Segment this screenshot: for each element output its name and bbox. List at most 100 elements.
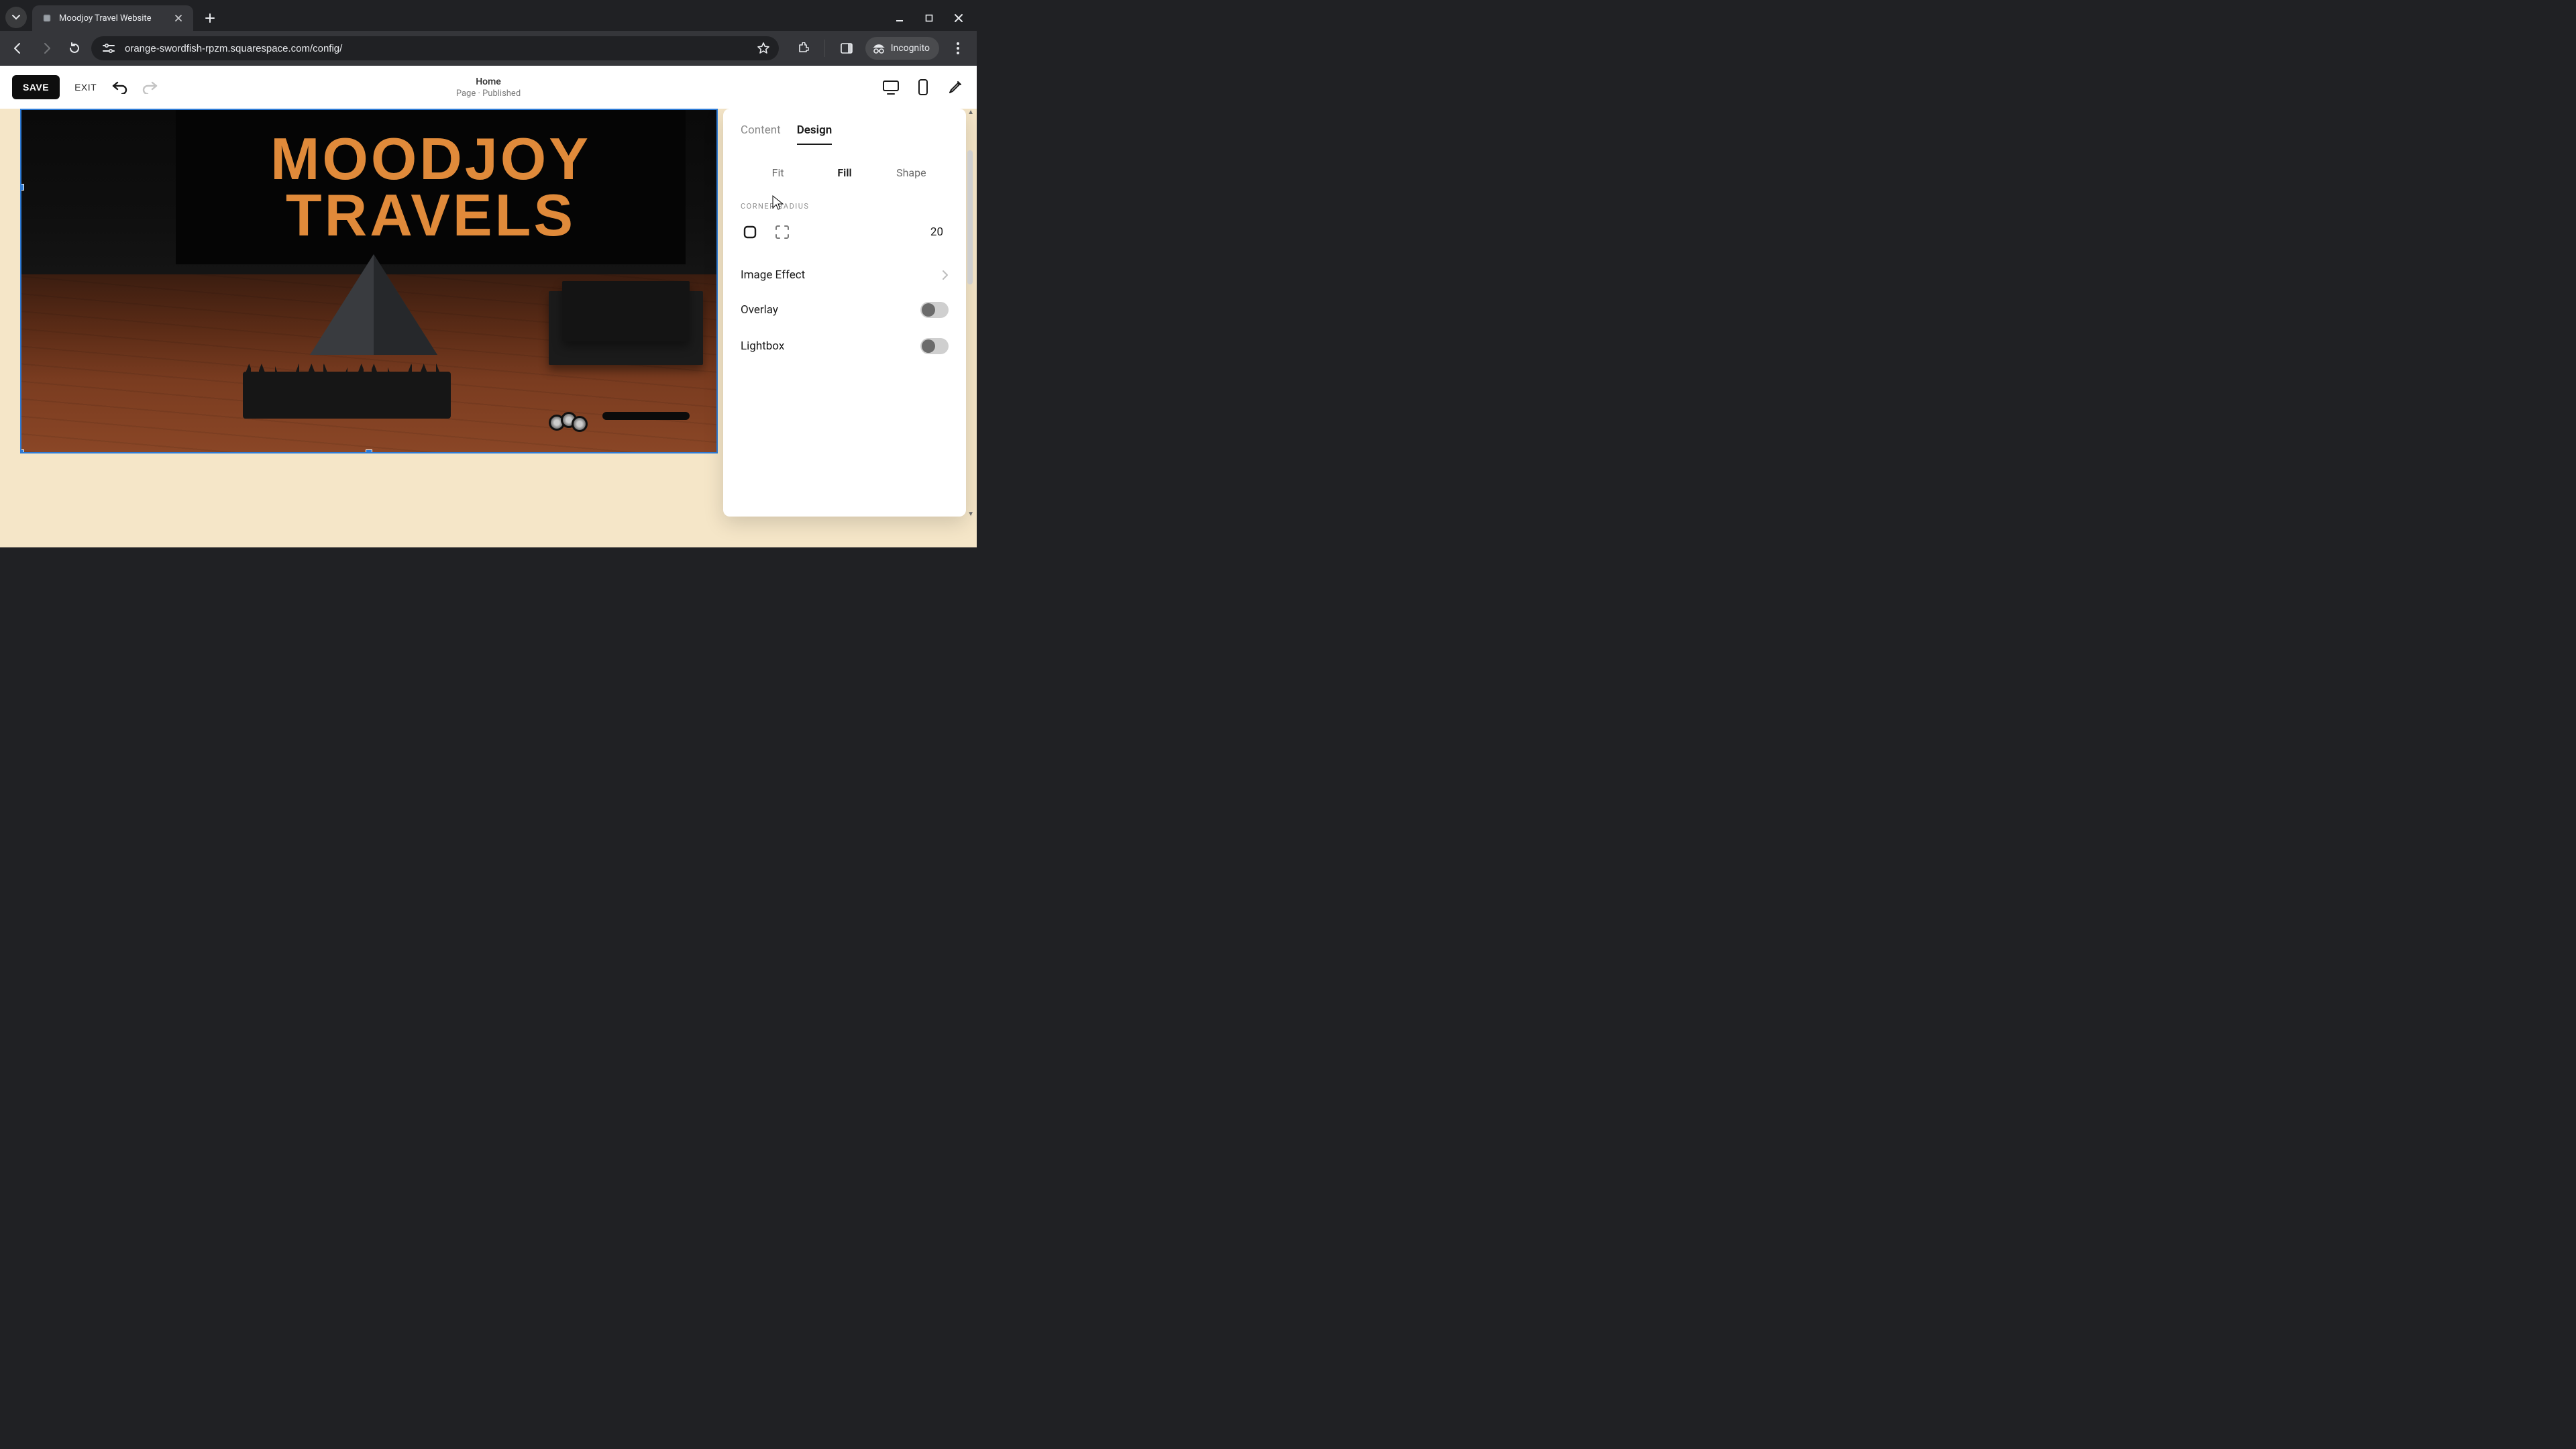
nav-reload-button[interactable] [63,37,86,60]
styles-brush-button[interactable] [946,79,965,95]
fit-mode-segmented: Fit Fill Shape [741,164,949,182]
arrow-right-icon [40,42,52,54]
corner-radius-individual-button[interactable] [773,223,792,241]
close-icon [954,13,963,23]
window-close-button[interactable] [953,12,965,24]
tab-search-dropdown[interactable] [5,7,27,28]
save-button[interactable]: SAVE [12,75,60,99]
sidepanel-icon [841,43,853,54]
image-prop-pen [602,412,690,420]
chevron-down-icon [12,13,20,21]
resize-handle-bottom-mid[interactable] [366,449,372,453]
url-input[interactable] [125,43,749,54]
image-effect-label: Image Effect [741,268,805,282]
toolbar-right: Incognito [791,36,970,60]
maximize-icon [925,14,933,22]
browser-window: Moodjoy Travel Website [0,0,977,547]
puzzle-icon [797,42,809,54]
tab-title: Moodjoy Travel Website [59,13,152,23]
overlay-row: Overlay [741,302,949,318]
toggle-knob [922,303,935,317]
panel-scrollbar[interactable]: ▲ ▼ [965,113,974,514]
editor-topbar: SAVE EXIT Home Page · Published [0,66,977,109]
mobile-preview-button[interactable] [914,79,932,95]
reload-icon [68,42,80,54]
chevron-right-icon [942,270,949,280]
lightbox-toggle[interactable] [920,338,949,354]
scroll-up-arrow-icon[interactable]: ▲ [967,109,974,116]
image-title-card: MOODJOY TRAVELS [176,110,686,264]
mobile-icon [918,79,928,95]
nav-forward-button[interactable] [35,37,58,60]
design-panel: Content Design Fit Fill Shape CORNER RAD… [723,109,966,517]
window-minimize-button[interactable] [894,12,906,24]
overlay-toggle[interactable] [920,302,949,318]
square-icon [743,225,757,239]
undo-button[interactable] [111,78,129,96]
page-status: Page · Published [456,89,521,99]
star-icon [757,42,769,54]
selected-image-block[interactable]: MOODJOY TRAVELS [20,109,718,453]
toolbar-divider [824,40,825,57]
panel-tabs: Content Design [741,123,949,145]
image-prop-box-lid [562,281,690,341]
incognito-chip[interactable]: Incognito [865,37,939,60]
fit-option-shape[interactable]: Shape [878,164,945,182]
title-line-2: TRAVELS [176,187,686,244]
page-status-group: Home Page · Published [456,76,521,99]
site-info-button[interactable] [101,40,117,56]
sidepanel-button[interactable] [835,36,859,60]
image-effect-row[interactable]: Image Effect [741,268,949,282]
corners-icon [774,224,790,240]
undo-icon [112,80,128,94]
corner-radius-all-button[interactable] [741,223,759,241]
plus-icon [205,13,215,23]
minimize-icon [895,13,904,23]
lightbox-row: Lightbox [741,338,949,354]
resize-handle-bottom-left[interactable] [20,449,24,453]
image-prop-pyramid [310,254,437,355]
new-tab-button[interactable] [200,8,220,28]
corner-radius-value[interactable]: 20 [922,223,949,241]
browser-titlebar: Moodjoy Travel Website [0,0,977,31]
nav-back-button[interactable] [7,37,30,60]
browser-toolbar: Incognito [0,31,977,66]
undo-redo-group [111,78,158,96]
address-bar[interactable] [91,36,779,60]
overlay-label: Overlay [741,303,778,317]
redo-icon [142,80,158,94]
browser-menu-button[interactable] [946,36,970,60]
title-line-1: MOODJOY [176,131,686,187]
tab-close-button[interactable] [173,13,184,23]
fit-option-fit[interactable]: Fit [745,164,811,182]
editor-canvas[interactable]: MOODJOY TRAVELS Content Design [0,109,977,547]
fit-option-fill[interactable]: Fill [811,164,877,182]
close-icon [174,14,182,22]
tab-design[interactable]: Design [797,123,833,145]
resize-handle-left[interactable] [20,184,24,191]
arrow-left-icon [12,42,24,54]
bookmark-button[interactable] [757,42,769,54]
device-preview-group [881,79,965,95]
tab-favicon-icon [42,13,52,23]
lightbox-label: Lightbox [741,339,784,353]
image-prop-corrugated [243,372,451,419]
incognito-icon [872,43,885,54]
browser-tab[interactable]: Moodjoy Travel Website [32,5,193,31]
page-name: Home [456,76,521,87]
desktop-preview-button[interactable] [881,79,900,95]
tab-content[interactable]: Content [741,123,781,145]
app-page: SAVE EXIT Home Page · Published [0,66,977,547]
scroll-thumb[interactable] [967,150,973,284]
corner-radius-label: CORNER RADIUS [741,202,949,211]
desktop-icon [882,80,900,95]
redo-button[interactable] [141,78,158,96]
scroll-down-arrow-icon[interactable]: ▼ [967,511,974,518]
incognito-label: Incognito [891,43,930,54]
extensions-button[interactable] [791,36,815,60]
paintbrush-icon [947,79,963,95]
window-maximize-button[interactable] [923,12,935,24]
window-controls [894,12,977,31]
corner-radius-row: 20 [741,223,949,241]
exit-button[interactable]: EXIT [74,82,97,93]
